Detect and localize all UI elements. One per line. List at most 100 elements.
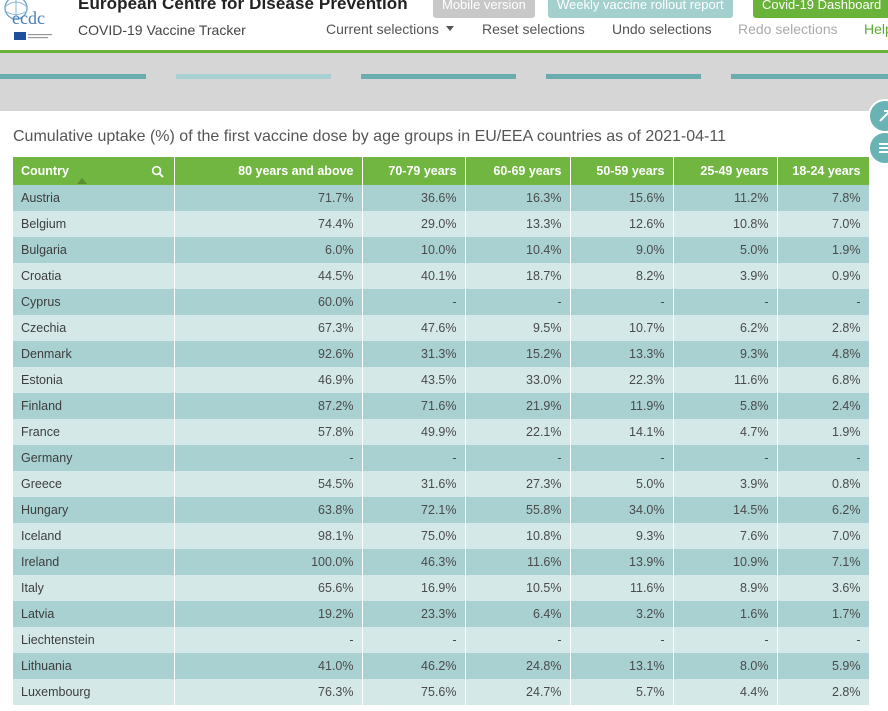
uptake-cell: 10.9% — [673, 549, 778, 575]
uptake-cell: 7.0% — [777, 211, 870, 237]
table-row[interactable]: Hungary 63.8% 72.1% 55.8% 34.0% 14.5% 6.2% — [13, 497, 870, 523]
sheet-tab[interactable] — [176, 74, 331, 79]
country-cell[interactable]: Croatia — [13, 263, 175, 289]
uptake-cell: - — [465, 289, 571, 315]
ecdc-logo[interactable]: ecdc — [0, 0, 62, 44]
uptake-cell: 9.0% — [570, 237, 674, 263]
column-header-50-59[interactable]: 50-59 years — [570, 157, 674, 185]
table-row[interactable]: Italy 65.6% 16.9% 10.5% 11.6% 8.9% 3.6% — [13, 575, 870, 601]
uptake-cell: 44.5% — [174, 263, 363, 289]
column-header-25-49[interactable]: 25-49 years — [673, 157, 778, 185]
uptake-cell: 1.7% — [777, 601, 870, 627]
uptake-cell: 43.5% — [362, 367, 466, 393]
country-cell[interactable]: Bulgaria — [13, 237, 175, 263]
uptake-cell: 12.6% — [570, 211, 674, 237]
table-row[interactable]: Greece 54.5% 31.6% 27.3% 5.0% 3.9% 0.8% — [13, 471, 870, 497]
uptake-cell: 7.0% — [777, 523, 870, 549]
table-row[interactable]: France 57.8% 49.9% 22.1% 14.1% 4.7% 1.9% — [13, 419, 870, 445]
uptake-cell: 65.6% — [174, 575, 363, 601]
uptake-cell: 4.4% — [673, 679, 778, 705]
column-header-70-79[interactable]: 70-79 years — [362, 157, 466, 185]
table-row[interactable]: Bulgaria 6.0% 10.0% 10.4% 9.0% 5.0% 1.9% — [13, 237, 870, 263]
weekly-report-button[interactable]: Weekly vaccine rollout report — [548, 0, 733, 18]
column-header-18-24[interactable]: 18-24 years — [777, 157, 870, 185]
country-cell[interactable]: Czechia — [13, 315, 175, 341]
uptake-cell: 29.0% — [362, 211, 466, 237]
country-cell[interactable]: Denmark — [13, 341, 175, 367]
country-cell[interactable]: Italy — [13, 575, 175, 601]
table-row[interactable]: Estonia 46.9% 43.5% 33.0% 22.3% 11.6% 6.8% — [13, 367, 870, 393]
reset-selections-link[interactable]: Reset selections — [482, 21, 585, 37]
menu-icon — [879, 143, 888, 153]
country-cell[interactable]: Belgium — [13, 211, 175, 237]
uptake-cell: 5.7% — [570, 679, 674, 705]
table-row[interactable]: Liechtenstein - - - - - - — [13, 627, 870, 653]
uptake-cell: 49.9% — [362, 419, 466, 445]
vaccine-uptake-table: Country 80 years and above 70-79 years 6… — [13, 157, 870, 705]
uptake-cell: 71.7% — [174, 185, 363, 211]
uptake-cell: - — [777, 627, 870, 653]
uptake-cell: 10.5% — [465, 575, 571, 601]
uptake-cell: 7.1% — [777, 549, 870, 575]
uptake-cell: 57.8% — [174, 419, 363, 445]
table-row[interactable]: Ireland 100.0% 46.3% 11.6% 13.9% 10.9% 7.1% — [13, 549, 870, 575]
table-body: Austria 71.7% 36.6% 16.3% 15.6% 11.2% 7.8% Belg… — [13, 185, 870, 705]
uptake-cell: 92.6% — [174, 341, 363, 367]
table-row[interactable]: Germany - - - - - - — [13, 445, 870, 471]
country-cell[interactable]: Estonia — [13, 367, 175, 393]
search-icon[interactable] — [151, 165, 164, 178]
table-row[interactable]: Cyprus 60.0% - - - - - — [13, 289, 870, 315]
help-link[interactable]: Help — [864, 21, 888, 37]
country-cell[interactable]: Latvia — [13, 601, 175, 627]
sheet-tab[interactable] — [0, 74, 146, 79]
uptake-cell: 15.6% — [570, 185, 674, 211]
redo-selections-link[interactable]: Redo selections — [738, 21, 838, 37]
mobile-version-button[interactable]: Mobile version — [433, 0, 535, 18]
table-row[interactable]: Latvia 19.2% 23.3% 6.4% 3.2% 1.6% 1.7% — [13, 601, 870, 627]
country-cell[interactable]: Ireland — [13, 549, 175, 575]
table-row[interactable]: Belgium 74.4% 29.0% 13.3% 12.6% 10.8% 7.0% — [13, 211, 870, 237]
country-cell[interactable]: Iceland — [13, 523, 175, 549]
country-cell[interactable]: Cyprus — [13, 289, 175, 315]
country-cell[interactable]: France — [13, 419, 175, 445]
uptake-cell: 72.1% — [362, 497, 466, 523]
country-cell[interactable]: Liechtenstein — [13, 627, 175, 653]
uptake-cell: 34.0% — [570, 497, 674, 523]
country-cell[interactable]: Finland — [13, 393, 175, 419]
uptake-cell: 9.3% — [570, 523, 674, 549]
table-header-row: Country 80 years and above 70-79 years 6… — [13, 157, 870, 185]
country-cell[interactable]: Austria — [13, 185, 175, 211]
covid-dashboard-button[interactable]: Covid-19 Dashboard — [753, 0, 888, 18]
table-row[interactable]: Austria 71.7% 36.6% 16.3% 15.6% 11.2% 7.8% — [13, 185, 870, 211]
table-row[interactable]: Croatia 44.5% 40.1% 18.7% 8.2% 3.9% 0.9% — [13, 263, 870, 289]
sheet-tab[interactable] — [731, 74, 888, 79]
country-cell[interactable]: Lithuania — [13, 653, 175, 679]
table-row[interactable]: Iceland 98.1% 75.0% 10.8% 9.3% 7.6% 7.0% — [13, 523, 870, 549]
country-cell[interactable]: Germany — [13, 445, 175, 471]
table-row[interactable]: Lithuania 41.0% 46.2% 24.8% 13.1% 8.0% 5.9% — [13, 653, 870, 679]
column-header-60-69[interactable]: 60-69 years — [465, 157, 571, 185]
uptake-cell: 40.1% — [362, 263, 466, 289]
country-cell[interactable]: Greece — [13, 471, 175, 497]
sheet-tab[interactable] — [361, 74, 516, 79]
country-cell[interactable]: Luxembourg — [13, 679, 175, 705]
table-row[interactable]: Denmark 92.6% 31.3% 15.2% 13.3% 9.3% 4.8% — [13, 341, 870, 367]
uptake-cell: - — [673, 289, 778, 315]
uptake-cell: 6.8% — [777, 367, 870, 393]
uptake-cell: - — [673, 445, 778, 471]
uptake-cell: 19.2% — [174, 601, 363, 627]
column-header-country[interactable]: Country — [13, 157, 175, 185]
table-row[interactable]: Czechia 67.3% 47.6% 9.5% 10.7% 6.2% 2.8% — [13, 315, 870, 341]
country-cell[interactable]: Hungary — [13, 497, 175, 523]
current-selections-menu[interactable]: Current selections — [326, 21, 454, 37]
table-row[interactable]: Finland 87.2% 71.6% 21.9% 11.9% 5.8% 2.4% — [13, 393, 870, 419]
sheet-tab[interactable] — [546, 74, 701, 79]
expand-button[interactable] — [868, 99, 888, 133]
table-row[interactable]: Luxembourg 76.3% 75.6% 24.7% 5.7% 4.4% 2.8% — [13, 679, 870, 705]
uptake-cell: 8.9% — [673, 575, 778, 601]
uptake-cell: 2.8% — [777, 315, 870, 341]
uptake-cell: 75.6% — [362, 679, 466, 705]
undo-selections-link[interactable]: Undo selections — [612, 21, 712, 37]
menu-button[interactable] — [868, 131, 888, 165]
column-header-80-plus[interactable]: 80 years and above — [174, 157, 363, 185]
